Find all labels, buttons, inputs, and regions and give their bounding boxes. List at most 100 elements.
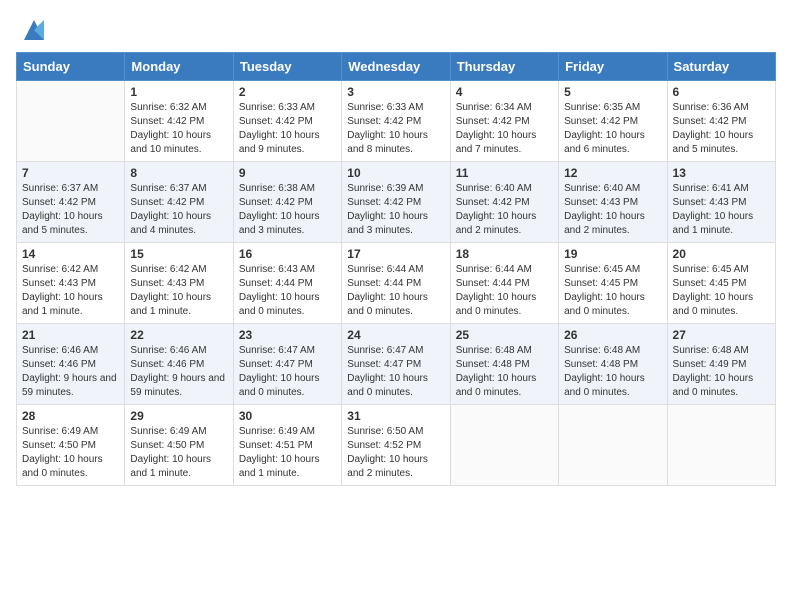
day-number: 26 (564, 328, 661, 342)
day-number: 12 (564, 166, 661, 180)
calendar-cell: 20Sunrise: 6:45 AM Sunset: 4:45 PM Dayli… (667, 243, 775, 324)
calendar-cell: 17 Sunrise: 6:44 AM Sunset: 4:44 PM Dayli… (342, 243, 450, 324)
calendar-cell (667, 405, 775, 486)
day-number: 15 (130, 247, 227, 261)
day-number: 7 (22, 166, 119, 180)
calendar-cell: 5 Sunrise: 6:35 AM Sunset: 4:42 PM Daylig… (559, 81, 667, 162)
day-number: 4 (456, 85, 553, 99)
logo-icon (20, 16, 48, 44)
day-number: 9 (239, 166, 336, 180)
calendar-cell: 2 Sunrise: 6:33 AM Sunset: 4:42 PM Daylig… (233, 81, 341, 162)
day-info: Sunrise: 6:32 AM Sunset: 4:42 PM Dayligh… (130, 101, 227, 157)
calendar-cell: 21Sunrise: 6:46 AM Sunset: 4:46 PM Dayli… (17, 324, 125, 405)
day-of-week-tuesday: Tuesday (233, 53, 341, 81)
calendar-cell (450, 405, 558, 486)
calendar-cell: 24Sunrise: 6:47 AM Sunset: 4:47 PM Dayli… (342, 324, 450, 405)
calendar-cell: 28 Sunrise: 6:49 AM Sunset: 4:50 PM Dayli… (17, 405, 125, 486)
calendar-cell: 15 Sunrise: 6:42 AM Sunset: 4:43 PM Dayli… (125, 243, 233, 324)
day-info: Sunrise: 6:48 AM Sunset: 4:48 PM Dayligh… (456, 344, 553, 400)
calendar-cell (17, 81, 125, 162)
day-info: Sunrise: 6:47 AM Sunset: 4:47 PM Dayligh… (347, 344, 444, 400)
day-number: 25 (456, 328, 553, 342)
day-info: Sunrise: 6:33 AM Sunset: 4:42 PM Dayligh… (239, 101, 336, 157)
calendar-week-row: 1 Sunrise: 6:32 AM Sunset: 4:42 PM Daylig… (17, 81, 776, 162)
day-number: 8 (130, 166, 227, 180)
day-info: Sunrise: 6:44 AM Sunset: 4:44 PM Dayligh… (347, 263, 444, 319)
calendar-header-row: SundayMondayTuesdayWednesdayThursdayFrid… (17, 53, 776, 81)
day-info: Sunrise: 6:46 AM Sunset: 4:46 PM Dayligh… (130, 344, 227, 400)
day-number: 17 (347, 247, 444, 261)
calendar-cell: 22 Sunrise: 6:46 AM Sunset: 4:46 PM Dayli… (125, 324, 233, 405)
day-info: Sunrise: 6:43 AM Sunset: 4:44 PM Dayligh… (239, 263, 336, 319)
day-info: Sunrise: 6:49 AM Sunset: 4:50 PM Dayligh… (22, 425, 119, 481)
logo (16, 16, 48, 44)
calendar-week-row: 21Sunrise: 6:46 AM Sunset: 4:46 PM Dayli… (17, 324, 776, 405)
day-number: 16 (239, 247, 336, 261)
day-info: Sunrise: 6:35 AM Sunset: 4:42 PM Dayligh… (564, 101, 661, 157)
calendar-cell: 10 Sunrise: 6:39 AM Sunset: 4:42 PM Dayli… (342, 162, 450, 243)
day-of-week-thursday: Thursday (450, 53, 558, 81)
day-info: Sunrise: 6:49 AM Sunset: 4:50 PM Dayligh… (130, 425, 227, 481)
calendar-cell: 8Sunrise: 6:37 AM Sunset: 4:42 PM Daylig… (125, 162, 233, 243)
day-info: Sunrise: 6:48 AM Sunset: 4:49 PM Dayligh… (673, 344, 770, 400)
calendar-week-row: 7 Sunrise: 6:37 AM Sunset: 4:42 PM Daylig… (17, 162, 776, 243)
day-number: 11 (456, 166, 553, 180)
calendar-cell: 3Sunrise: 6:33 AM Sunset: 4:42 PM Daylig… (342, 81, 450, 162)
day-info: Sunrise: 6:48 AM Sunset: 4:48 PM Dayligh… (564, 344, 661, 400)
day-number: 27 (673, 328, 770, 342)
day-number: 10 (347, 166, 444, 180)
day-number: 18 (456, 247, 553, 261)
day-number: 2 (239, 85, 336, 99)
calendar-cell: 12 Sunrise: 6:40 AM Sunset: 4:43 PM Dayli… (559, 162, 667, 243)
calendar-week-row: 14Sunrise: 6:42 AM Sunset: 4:43 PM Dayli… (17, 243, 776, 324)
day-of-week-friday: Friday (559, 53, 667, 81)
page-header (16, 16, 776, 44)
day-of-week-monday: Monday (125, 53, 233, 81)
calendar-cell: 7 Sunrise: 6:37 AM Sunset: 4:42 PM Daylig… (17, 162, 125, 243)
day-info: Sunrise: 6:50 AM Sunset: 4:52 PM Dayligh… (347, 425, 444, 481)
day-number: 5 (564, 85, 661, 99)
calendar-cell: 4Sunrise: 6:34 AM Sunset: 4:42 PM Daylig… (450, 81, 558, 162)
calendar-cell: 31 Sunrise: 6:50 AM Sunset: 4:52 PM Dayli… (342, 405, 450, 486)
calendar-cell: 23 Sunrise: 6:47 AM Sunset: 4:47 PM Dayli… (233, 324, 341, 405)
calendar-cell: 29 Sunrise: 6:49 AM Sunset: 4:50 PM Dayli… (125, 405, 233, 486)
calendar-cell (559, 405, 667, 486)
calendar-cell: 19 Sunrise: 6:45 AM Sunset: 4:45 PM Dayli… (559, 243, 667, 324)
day-info: Sunrise: 6:42 AM Sunset: 4:43 PM Dayligh… (22, 263, 119, 319)
day-of-week-sunday: Sunday (17, 53, 125, 81)
day-number: 29 (130, 409, 227, 423)
day-info: Sunrise: 6:41 AM Sunset: 4:43 PM Dayligh… (673, 182, 770, 238)
calendar-cell: 13Sunrise: 6:41 AM Sunset: 4:43 PM Dayli… (667, 162, 775, 243)
day-info: Sunrise: 6:37 AM Sunset: 4:42 PM Dayligh… (22, 182, 119, 238)
day-info: Sunrise: 6:42 AM Sunset: 4:43 PM Dayligh… (130, 263, 227, 319)
calendar-cell: 11 Sunrise: 6:40 AM Sunset: 4:42 PM Dayli… (450, 162, 558, 243)
day-of-week-wednesday: Wednesday (342, 53, 450, 81)
day-number: 23 (239, 328, 336, 342)
day-info: Sunrise: 6:38 AM Sunset: 4:42 PM Dayligh… (239, 182, 336, 238)
calendar-cell: 1 Sunrise: 6:32 AM Sunset: 4:42 PM Daylig… (125, 81, 233, 162)
day-info: Sunrise: 6:45 AM Sunset: 4:45 PM Dayligh… (673, 263, 770, 319)
calendar-cell: 14Sunrise: 6:42 AM Sunset: 4:43 PM Dayli… (17, 243, 125, 324)
day-info: Sunrise: 6:45 AM Sunset: 4:45 PM Dayligh… (564, 263, 661, 319)
calendar-cell: 25 Sunrise: 6:48 AM Sunset: 4:48 PM Dayli… (450, 324, 558, 405)
day-number: 28 (22, 409, 119, 423)
day-info: Sunrise: 6:47 AM Sunset: 4:47 PM Dayligh… (239, 344, 336, 400)
calendar-cell: 6Sunrise: 6:36 AM Sunset: 4:42 PM Daylig… (667, 81, 775, 162)
day-info: Sunrise: 6:46 AM Sunset: 4:46 PM Dayligh… (22, 344, 119, 400)
day-number: 3 (347, 85, 444, 99)
day-number: 30 (239, 409, 336, 423)
day-info: Sunrise: 6:40 AM Sunset: 4:43 PM Dayligh… (564, 182, 661, 238)
day-of-week-saturday: Saturday (667, 53, 775, 81)
calendar-cell: 16 Sunrise: 6:43 AM Sunset: 4:44 PM Dayli… (233, 243, 341, 324)
day-info: Sunrise: 6:44 AM Sunset: 4:44 PM Dayligh… (456, 263, 553, 319)
calendar-table: SundayMondayTuesdayWednesdayThursdayFrid… (16, 52, 776, 486)
day-number: 19 (564, 247, 661, 261)
day-number: 31 (347, 409, 444, 423)
day-info: Sunrise: 6:49 AM Sunset: 4:51 PM Dayligh… (239, 425, 336, 481)
day-info: Sunrise: 6:40 AM Sunset: 4:42 PM Dayligh… (456, 182, 553, 238)
calendar-week-row: 28 Sunrise: 6:49 AM Sunset: 4:50 PM Dayli… (17, 405, 776, 486)
day-number: 1 (130, 85, 227, 99)
day-info: Sunrise: 6:39 AM Sunset: 4:42 PM Dayligh… (347, 182, 444, 238)
calendar-cell: 9 Sunrise: 6:38 AM Sunset: 4:42 PM Daylig… (233, 162, 341, 243)
day-number: 22 (130, 328, 227, 342)
